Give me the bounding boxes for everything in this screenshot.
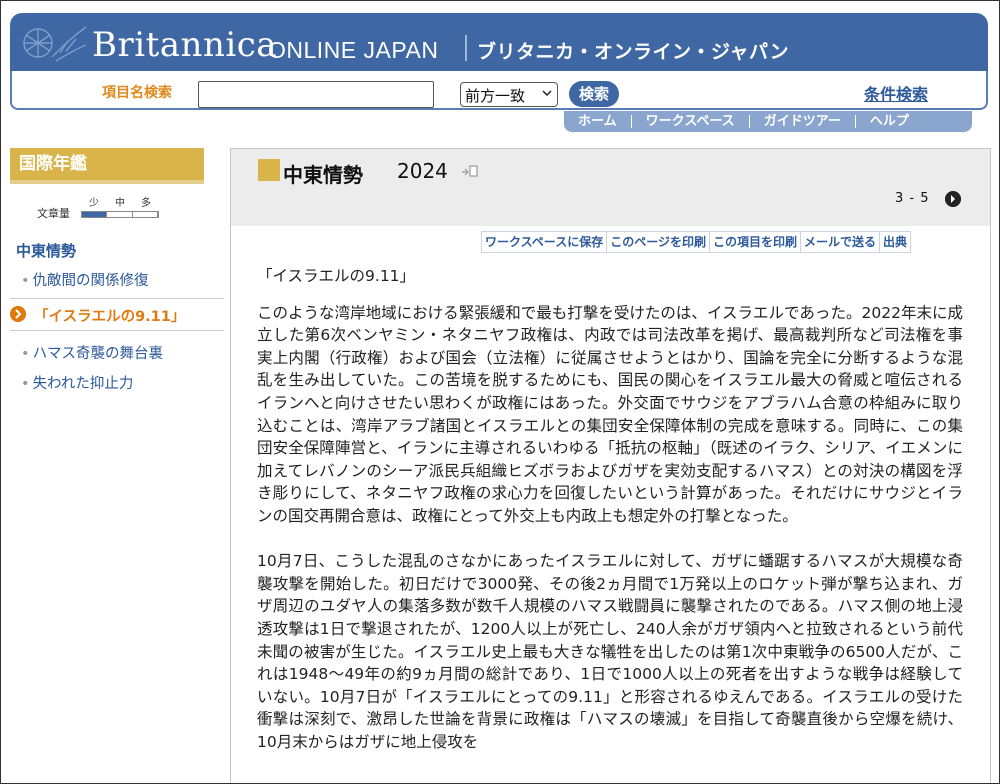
bullet-icon: • xyxy=(21,346,30,362)
main-nav: ホーム ワークスペース ガイドツアー ヘルプ xyxy=(564,111,972,132)
nav-guide-tour[interactable]: ガイドツアー xyxy=(750,111,855,132)
sidebar-item-israel-911[interactable]: 「イスラエルの9.11」 xyxy=(10,303,224,327)
text-size-large[interactable]: 多 xyxy=(141,194,151,209)
brand-name: Britannica xyxy=(92,25,278,65)
brand-japanese: ブリタニカ・オンライン・ジャパン xyxy=(477,41,790,63)
article-header: 中東情勢 2024 3 - 5 xyxy=(231,149,990,226)
article-title: 中東情勢 xyxy=(283,163,363,187)
save-to-workspace-button[interactable]: ワークスペースに保存 xyxy=(481,231,608,253)
site-banner: Britannica ONLINE JAPAN ブリタニカ・オンライン・ジャパン xyxy=(10,13,988,71)
sidebar-divider xyxy=(10,298,224,299)
text-size-small[interactable]: 少 xyxy=(89,194,99,209)
sidebar-title: 国際年鑑 xyxy=(10,148,204,180)
print-page-button[interactable]: このページを印刷 xyxy=(606,231,710,253)
nav-home[interactable]: ホーム xyxy=(564,111,631,132)
bullet-icon: • xyxy=(21,273,30,289)
text-size-label: 文章量 xyxy=(37,207,70,220)
match-mode-value: 前方一致 xyxy=(465,87,526,105)
search-button[interactable]: 検索 xyxy=(569,81,619,107)
email-button[interactable]: メールで送る xyxy=(799,231,880,253)
page-frame: Britannica ONLINE JAPAN ブリタニカ・オンライン・ジャパン… xyxy=(0,0,1000,784)
text-size-bar xyxy=(81,211,159,218)
sidebar-item-label: ハマス奇襲の舞台裏 xyxy=(32,346,164,362)
match-mode-select[interactable]: 前方一致 xyxy=(460,82,558,107)
sidebar-item-lost-deterrence[interactable]: • 失われた抑止力 xyxy=(21,372,133,393)
search-bar: 項目名検索 前方一致 検索 条件検索 xyxy=(10,71,988,110)
next-page-icon[interactable] xyxy=(945,191,961,207)
chevron-down-icon xyxy=(542,90,552,97)
print-entry-button[interactable]: この項目を印刷 xyxy=(708,231,801,253)
sidebar-item-reconciliation[interactable]: • 仇敵間の関係修復 xyxy=(21,269,149,290)
sidebar-item-label: 「イスラエルの9.11」 xyxy=(34,309,186,325)
advanced-search-link[interactable]: 条件検索 xyxy=(864,81,928,105)
page-indicator: 3 - 5 xyxy=(895,191,930,206)
search-input[interactable] xyxy=(198,81,434,108)
sidebar-item-label: 仇敵間の関係修復 xyxy=(32,273,149,289)
copy-link-icon[interactable] xyxy=(462,165,478,179)
title-marker xyxy=(258,159,280,181)
article-heading: 「イスラエルの9.11」 xyxy=(257,267,416,285)
thistle-logo-icon xyxy=(23,26,87,62)
article-body: 「イスラエルの9.11」 このような湾岸地域における緊張緩和で最も打撃を受けたの… xyxy=(257,265,963,776)
brand-subtitle: ONLINE JAPAN xyxy=(268,37,439,63)
text-size-medium[interactable]: 中 xyxy=(115,194,125,209)
article-panel: 中東情勢 2024 3 - 5 ワークスペースに保存 このページを印刷 この項目… xyxy=(230,148,991,783)
search-label: 項目名検索 xyxy=(102,85,172,101)
article-paragraph: このような湾岸地域における緊張緩和で最も打撃を受けたのは、イスラエルであった。2… xyxy=(257,303,963,525)
article-paragraph: 10月7日、こうした混乱のさなかにあったイスラエルに対して、ガザに蟠踞するハマス… xyxy=(257,552,963,751)
sidebar-section-title[interactable]: 中東情勢 xyxy=(16,240,76,261)
brand-divider xyxy=(465,35,467,61)
chevron-right-icon xyxy=(10,306,26,322)
text-size-control[interactable]: 少 中 多 xyxy=(81,194,161,218)
sidebar-item-label: 失われた抑止力 xyxy=(32,376,134,392)
nav-workspace[interactable]: ワークスペース xyxy=(632,111,749,132)
bullet-icon: • xyxy=(21,376,30,392)
source-button[interactable]: 出典 xyxy=(879,231,912,253)
article-toolbar: ワークスペースに保存 このページを印刷 この項目を印刷 メールで送る 出典 xyxy=(481,231,912,253)
sidebar-divider xyxy=(10,330,224,331)
nav-help[interactable]: ヘルプ xyxy=(856,111,923,132)
sidebar-rule xyxy=(10,180,204,184)
sidebar-item-hamas-backstage[interactable]: • ハマス奇襲の舞台裏 xyxy=(21,342,163,363)
article-year: 2024 xyxy=(397,159,448,183)
